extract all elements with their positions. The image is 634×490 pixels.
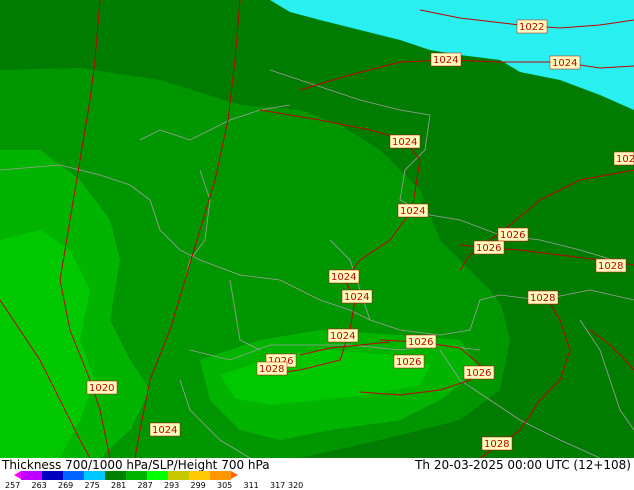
legend-arrow-high <box>231 471 238 479</box>
valid-time: Th 20-03-2025 00:00 UTC (12+108) <box>415 458 631 472</box>
svg-text:1024: 1024 <box>400 206 425 217</box>
legend-swatch <box>189 471 210 480</box>
svg-text:1024: 1024 <box>331 272 356 283</box>
legend-tick: 317 <box>270 481 286 490</box>
isobar-label: 1022 <box>516 19 548 34</box>
svg-text:1024: 1024 <box>433 55 458 66</box>
legend-tick: 263 <box>31 481 47 490</box>
weather-map: 1022 1024 1024 1024 1024 1024 1024 1024 … <box>0 0 634 458</box>
isobar-label: 102 <box>613 151 634 166</box>
isobar-label: 1024 <box>430 52 462 67</box>
isobar-label: 1028 <box>256 361 288 376</box>
legend-tick: 257 <box>5 481 21 490</box>
svg-text:1022: 1022 <box>519 22 544 33</box>
svg-text:1026: 1026 <box>408 337 433 348</box>
isobar-label: 1026 <box>405 334 437 349</box>
legend-swatch <box>210 471 231 480</box>
isobar-label: 1024 <box>149 422 181 437</box>
legend-swatch <box>42 471 63 480</box>
isobar-label: 1024 <box>341 289 373 304</box>
legend-tick: 281 <box>111 481 127 490</box>
svg-text:102: 102 <box>616 154 634 165</box>
legend-tick: 320 <box>288 481 304 490</box>
legend-tick: 269 <box>58 481 74 490</box>
legend-colorbar <box>14 471 238 480</box>
map-footer: Thickness 700/1000 hPa/SLP/Height 700 hP… <box>0 458 634 490</box>
isobar-label: 1026 <box>393 354 425 369</box>
isobar-label: 1020 <box>86 380 118 395</box>
svg-text:1020: 1020 <box>89 383 114 394</box>
isobar-label: 1024 <box>389 134 421 149</box>
legend-swatch <box>21 471 42 480</box>
svg-text:1026: 1026 <box>396 357 421 368</box>
isobar-label: 1024 <box>328 269 360 284</box>
svg-text:1026: 1026 <box>500 230 525 241</box>
svg-text:1026: 1026 <box>466 368 491 379</box>
isobar-label: 1028 <box>481 436 513 451</box>
svg-text:1028: 1028 <box>484 439 509 450</box>
legend-swatch <box>105 471 126 480</box>
svg-text:1028: 1028 <box>259 364 284 375</box>
legend-tick: 293 <box>164 481 180 490</box>
isobar-label: 1028 <box>595 258 627 273</box>
svg-text:1024: 1024 <box>344 292 369 303</box>
svg-text:1028: 1028 <box>598 261 623 272</box>
legend-swatch <box>147 471 168 480</box>
isobar-label: 1024 <box>549 55 581 70</box>
legend-tick: 287 <box>137 481 153 490</box>
legend-ticks: 257 263 269 275 281 287 293 299 305 311 317 320 <box>5 481 325 490</box>
svg-text:1026: 1026 <box>476 243 501 254</box>
isobar-label: 1026 <box>497 227 529 242</box>
legend-swatch <box>63 471 84 480</box>
legend-swatch <box>168 471 189 480</box>
svg-text:1024: 1024 <box>392 137 417 148</box>
isobar-label: 1024 <box>327 328 359 343</box>
legend-tick: 275 <box>84 481 100 490</box>
isobar-label: 1026 <box>463 365 495 380</box>
legend-swatch <box>84 471 105 480</box>
svg-text:1028: 1028 <box>530 293 555 304</box>
svg-text:1024: 1024 <box>330 331 355 342</box>
legend-tick: 305 <box>217 481 233 490</box>
isobar-label: 1024 <box>397 203 429 218</box>
svg-text:1024: 1024 <box>152 425 177 436</box>
legend-arrow-low <box>14 471 21 479</box>
isobar-label: 1026 <box>473 240 505 255</box>
isobar-label: 1028 <box>527 290 559 305</box>
svg-text:1024: 1024 <box>552 58 577 69</box>
legend-tick: 311 <box>243 481 259 490</box>
map-title: Thickness 700/1000 hPa/SLP/Height 700 hP… <box>2 458 270 472</box>
map-panel: 1022 1024 1024 1024 1024 1024 1024 1024 … <box>0 0 634 490</box>
legend-tick: 299 <box>190 481 206 490</box>
legend-swatch <box>126 471 147 480</box>
